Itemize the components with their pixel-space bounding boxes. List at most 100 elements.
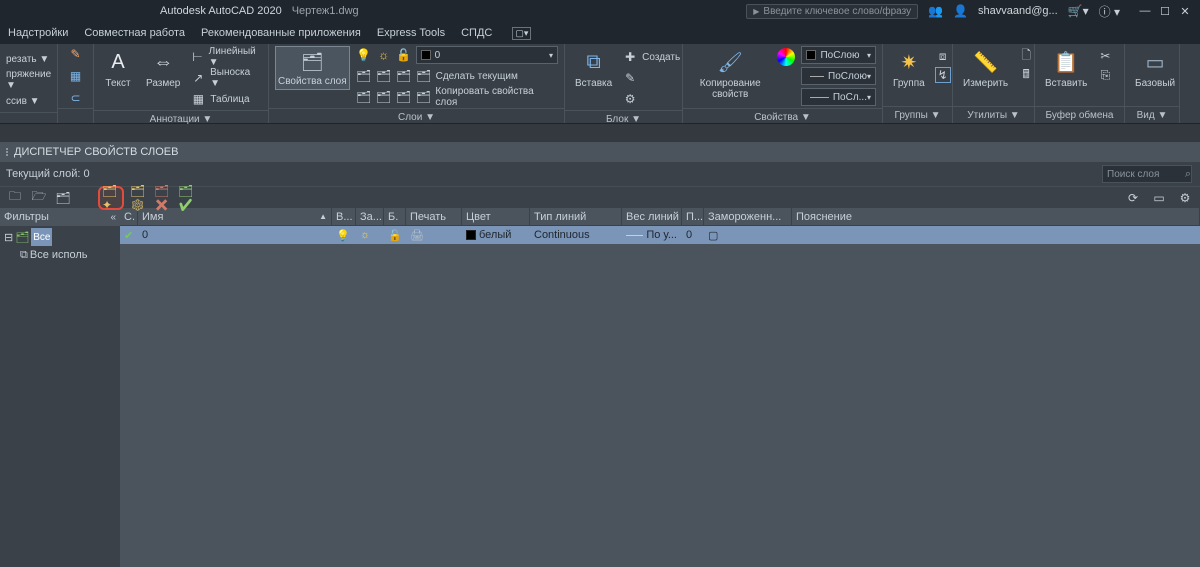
keyword-search[interactable]: ▶ Введите ключевое слово/фразу [746,4,918,19]
cell-description[interactable] [792,226,1200,244]
paste-button[interactable]: 📋 Вставить [1041,46,1091,91]
col-transp[interactable]: П... [682,208,704,225]
panel-layers-label[interactable]: Слои ▼ [269,108,564,125]
lock-open-icon[interactable]: 🔓 [388,229,402,242]
close-button[interactable]: ✕ [1178,5,1192,18]
col-plotfrozen[interactable]: Замороженн... [704,208,792,225]
settings-icon[interactable]: ▭ [1150,189,1168,207]
copy-icon[interactable]: ⎘ [1097,67,1113,83]
account-name[interactable]: shavvaand@g... [978,5,1058,17]
collapse-filters-button[interactable]: « [110,212,116,223]
group-edit-icon[interactable]: ↯ [935,67,951,83]
col-description[interactable]: Пояснение [792,208,1200,225]
layer-tool-6-icon[interactable]: 🗂 [376,89,392,105]
help-icon[interactable]: ⓘ ▾ [1099,3,1120,20]
dimension-button[interactable]: ⇔ Размер [142,46,184,91]
panel-utilities-label[interactable]: Утилиты ▼ [953,106,1034,123]
col-on[interactable]: В... [332,208,356,225]
linear-dim-button[interactable]: ⊢Линейный ▼ [190,48,262,66]
printer-icon[interactable]: 🖨 [410,229,424,242]
util-2-icon[interactable]: 🖩 [1018,67,1034,83]
lineweight-bylayer-dropdown[interactable]: ПоСл...▾ [801,88,876,106]
color-bylayer-dropdown[interactable]: ПоСлою▾ [801,46,876,64]
tab-addins[interactable]: Надстройки [8,27,68,39]
trim-button[interactable]: резать ▼ [6,50,51,68]
panel-view-label[interactable]: Вид ▼ [1125,106,1179,123]
make-current-button[interactable]: Сделать текущим [436,71,518,82]
cut-icon[interactable]: ✂ [1097,48,1113,64]
layer-tool-4-icon[interactable]: 🗂 [416,68,432,84]
refresh-icon[interactable]: ⟳ [1124,189,1142,207]
col-freeze[interactable]: За... [356,208,384,225]
text-button[interactable]: A Текст [100,46,136,91]
expander-icon[interactable]: ⊟ [4,231,13,244]
measure-button[interactable]: 📏 Измерить [959,46,1012,91]
cell-plotfrozen[interactable]: ▢ [704,226,792,244]
maximize-button[interactable]: ☐ [1158,5,1172,18]
col-lock[interactable]: Б. [384,208,406,225]
featured-apps-icon[interactable]: ▢▾ [512,27,531,40]
set-current-layer-icon[interactable]: 🗂✔ [178,189,196,207]
insert-block-button[interactable]: ⧉ Вставка [571,46,616,91]
layer-tool-7-icon[interactable]: 🗂 [396,89,412,105]
table-button[interactable]: ▦Таблица [190,90,262,108]
hatch-icon[interactable]: ▦ [68,68,84,84]
tab-spds[interactable]: СПДС [461,27,492,39]
user-icon[interactable]: 👤 [953,4,968,18]
col-print[interactable]: Печать [406,208,462,225]
tab-collab[interactable]: Совместная работа [84,27,185,39]
bulb-icon[interactable]: 💡 [336,229,350,242]
layer-search-input[interactable]: Поиск слоя [1102,165,1192,183]
layer-tool-1-icon[interactable]: 🗂 [356,68,372,84]
col-lineweight[interactable]: Вес линий [622,208,682,225]
cart-icon[interactable]: 🛒▾ [1068,4,1089,18]
layer-states-icon[interactable]: 🗂 [54,189,72,207]
gear-icon[interactable]: ⚙ [1176,189,1194,207]
cell-lineweight[interactable]: По у... [622,226,682,244]
tab-featured[interactable]: Рекомендованные приложения [201,27,361,39]
tree-node-all[interactable]: ⊟ 🗂 Все [2,228,118,246]
layer-dropdown[interactable]: 0 ▾ [416,46,558,64]
layer-tool-8-icon[interactable]: 🗂 [415,89,431,105]
col-color[interactable]: Цвет [462,208,530,225]
panel-properties-label[interactable]: Свойства ▼ [683,108,882,125]
linetype-bylayer-dropdown[interactable]: ПоСлою▾ [801,67,876,85]
new-filter-icon[interactable]: 🗀 [6,189,24,207]
new-layer-highlighted[interactable]: 🗂✦ [98,186,124,210]
base-view-button[interactable]: ▭ Базовый [1131,46,1179,91]
edit-block-button[interactable]: ✎ [622,69,680,87]
layer-row-0[interactable]: ✔ 0 💡 ☼ 🔓 🖨 белый Continuous По у... 0 ▢ [120,226,1200,244]
layer-tool-3-icon[interactable]: 🗂 [396,68,412,84]
util-1-icon[interactable]: 🗋 [1018,48,1034,64]
leader-button[interactable]: ↗Выноска ▼ [190,69,262,87]
panel-clipboard-label[interactable]: Буфер обмена [1035,106,1124,123]
new-layer-frozen-icon[interactable]: 🗂❄ [130,189,148,207]
layer-tool-2-icon[interactable]: 🗂 [376,68,392,84]
signin-icon[interactable]: 👥 [928,4,943,18]
cell-linetype[interactable]: Continuous [530,226,622,244]
sun-icon[interactable]: ☼ [360,229,370,241]
ungroup-icon[interactable]: ⧈ [935,48,951,64]
layer-tool-5-icon[interactable]: 🗂 [356,89,372,105]
array-button[interactable]: ссив ▼ [6,92,51,110]
tree-node-used[interactable]: ⧉ Все исполь [2,246,118,264]
create-block-button[interactable]: ✚Создать [622,48,680,66]
panel-groups-label[interactable]: Группы ▼ [883,106,952,123]
block-attr-button[interactable]: ⚙ [622,90,680,108]
tab-express[interactable]: Express Tools [377,27,445,39]
match-properties-button[interactable]: 🖌 Копирование свойств [689,46,771,102]
fillet-button[interactable]: пряжение ▼ [6,71,51,89]
group-button[interactable]: ✷ Группа [889,46,929,91]
eraser-icon[interactable]: ✎ [68,46,84,62]
delete-layer-icon[interactable]: 🗂✖ [154,189,172,207]
gripper-icon[interactable] [6,148,8,156]
copy-layer-props-button[interactable]: Копировать свойства слоя [435,86,558,108]
col-linetype[interactable]: Тип линий [530,208,622,225]
new-group-filter-icon[interactable]: 🗁 [30,189,48,207]
cell-transp[interactable]: 0 [682,226,704,244]
cell-color[interactable]: белый [462,226,530,244]
layer-manager-titlebar[interactable]: ДИСПЕТЧЕР СВОЙСТВ СЛОЕВ [0,142,1200,162]
minimize-button[interactable]: — [1138,5,1152,18]
panel-block-label[interactable]: Блок ▼ [565,110,682,127]
cell-name[interactable]: 0 [138,226,332,244]
